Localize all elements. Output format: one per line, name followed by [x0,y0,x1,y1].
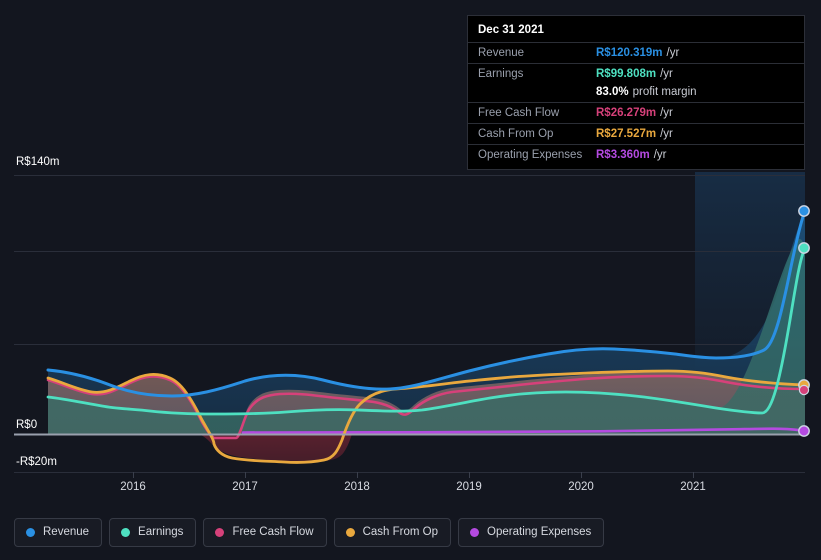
legend-label-earnings: Earnings [138,526,184,538]
tooltip-suffix-profit-margin: profit margin [632,86,697,98]
legend-label-cash-from-op: Cash From Op [362,526,439,538]
legend-label-free-cash-flow: Free Cash Flow [232,526,314,538]
legend-item-revenue[interactable]: Revenue [14,518,103,547]
tooltip-suffix-revenue: /yr [666,47,680,59]
tooltip-date: Dec 31 2021 [478,24,544,36]
x-axis-label-2019: 2019 [456,481,482,493]
x-axis-label-2021: 2021 [680,481,706,493]
legend-item-earnings[interactable]: Earnings [109,518,197,547]
tooltip-key-earnings: Earnings [478,68,524,80]
tooltip-suffix-operating-expenses: /yr [653,149,667,161]
legend-label-operating-expenses: Operating Expenses [487,526,592,538]
tooltip-key-free-cash-flow: Free Cash Flow [478,107,560,119]
legend-dot-cash-from-op-icon [345,528,355,537]
tooltip-key-operating-expenses: Operating Expenses [478,149,583,161]
x-axis-label-2017: 2017 [232,481,258,493]
tooltip-value-profit-margin: 83.0% [596,86,629,98]
tooltip-value-free-cash-flow: R$26.279m [596,107,657,119]
tooltip-suffix-earnings: /yr [660,68,673,80]
y-axis-label-neg20m: -R$20m [8,455,61,469]
legend-dot-free-cash-flow-icon [215,528,225,537]
tooltip-suffix-free-cash-flow: /yr [660,107,673,119]
legend-dot-revenue-icon [26,528,35,537]
x-axis-label-2020: 2020 [568,481,594,493]
marker-earnings [798,242,810,254]
tooltip-value-revenue: R$120.319m [596,47,663,59]
y-axis-label-0: R$0 [8,418,42,432]
x-axis-label-2016: 2016 [120,481,146,493]
tooltip-value-earnings: R$99.808m [596,68,657,80]
tooltip-value-operating-expenses: R$3.360m [596,149,650,161]
tooltip-row-operating-expenses: Operating Expenses R$3.360m /yr [468,144,804,165]
marker-operating-expenses [798,425,810,437]
legend-label-revenue: Revenue [43,526,90,538]
legend-item-operating-expenses[interactable]: Operating Expenses [458,518,605,547]
tooltip-row-earnings: Earnings R$99.808m /yr [468,63,804,84]
y-axis-label-140m: R$140m [8,155,64,169]
tooltip-row-cash-from-op: Cash From Op R$27.527m /yr [468,123,804,144]
legend-item-free-cash-flow[interactable]: Free Cash Flow [203,518,327,547]
tooltip-value-cash-from-op: R$27.527m [596,128,657,140]
tooltip-key-revenue: Revenue [478,47,525,59]
legend-item-cash-from-op[interactable]: Cash From Op [333,518,452,547]
tooltip-row-revenue: Revenue R$120.319m /yr [468,42,804,63]
tooltip-suffix-cash-from-op: /yr [660,128,673,140]
legend-dot-operating-expenses-icon [470,528,480,537]
data-tooltip: Dec 31 2021 Revenue R$120.319m /yr Earni… [467,15,805,170]
tooltip-row-profit-margin: 83.0% profit margin [468,84,804,102]
legend-dot-earnings-icon [121,528,131,537]
x-axis-label-2018: 2018 [344,481,370,493]
financial-chart: R$140m R$0 -R$20m 2016 2017 2018 2019 20… [0,0,821,560]
marker-free-cash-flow [798,384,810,396]
chart-legend: Revenue Earnings Free Cash Flow Cash Fro… [14,518,605,547]
tooltip-row-free-cash-flow: Free Cash Flow R$26.279m /yr [468,102,804,123]
tooltip-key-cash-from-op: Cash From Op [478,128,554,140]
marker-revenue [798,205,810,217]
